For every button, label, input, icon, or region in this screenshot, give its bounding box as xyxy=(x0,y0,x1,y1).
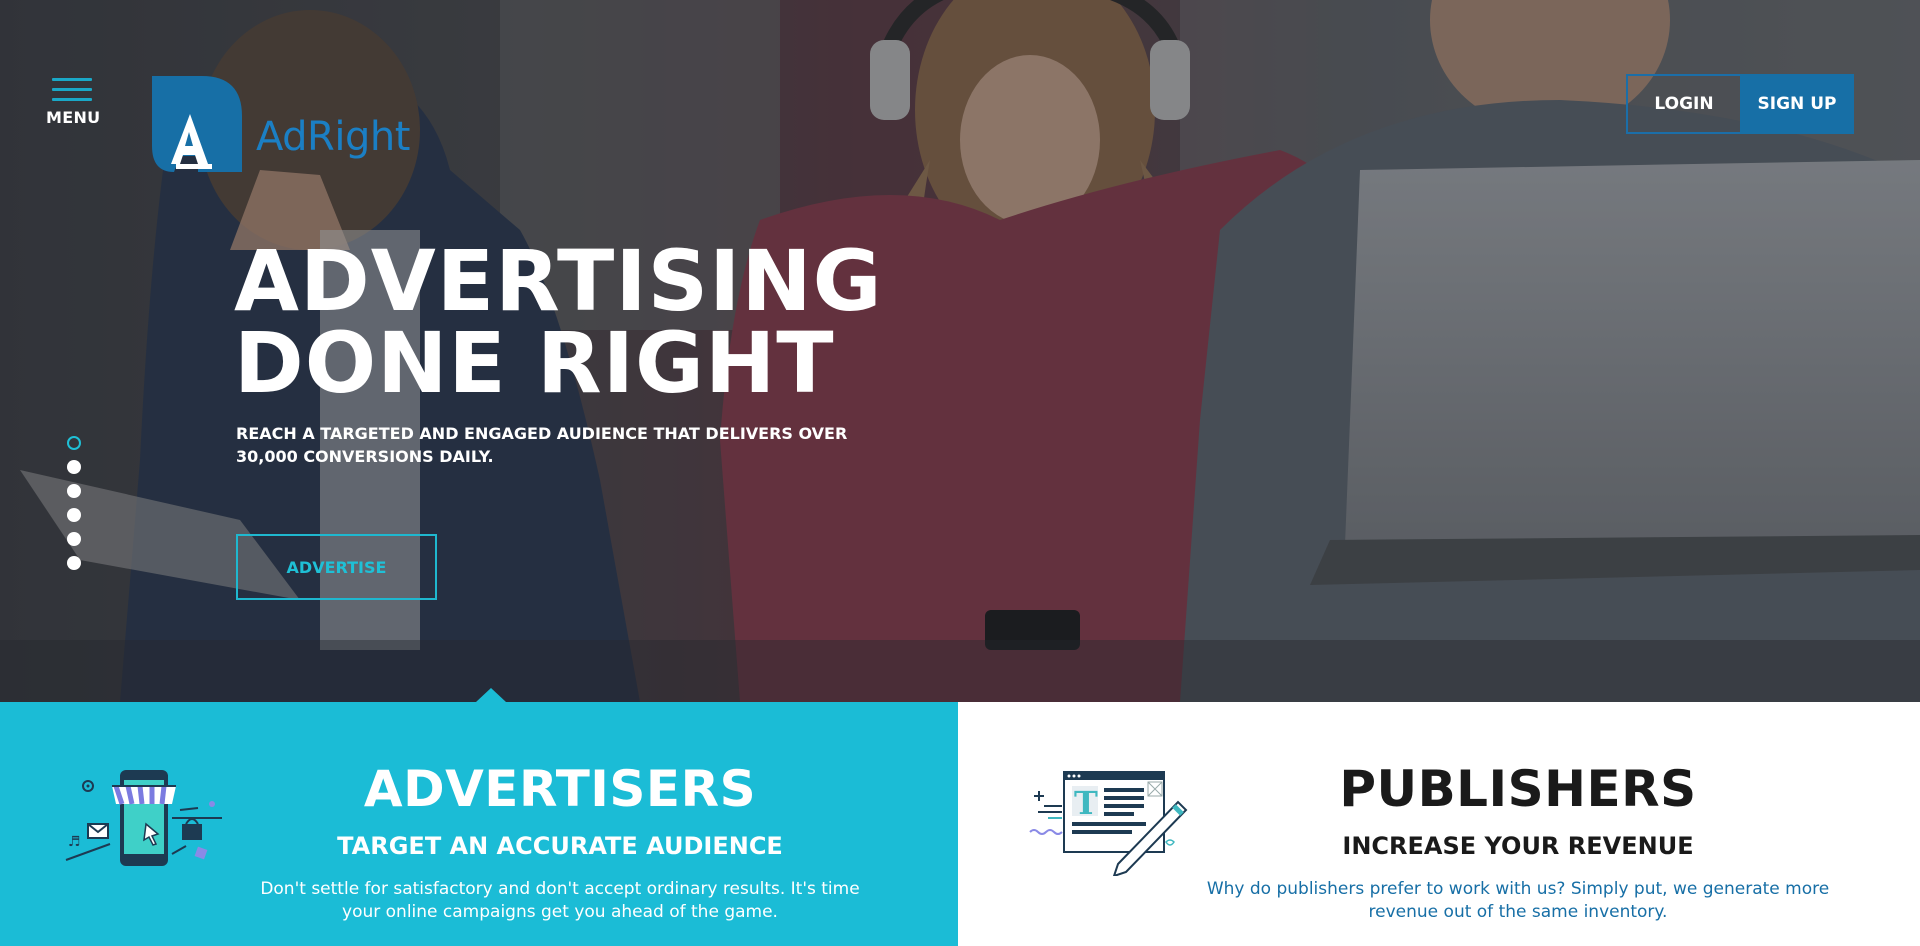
hero-headline: ADVERTISING DONE RIGHT xyxy=(234,232,883,412)
advertisers-panel[interactable]: ♬ ADVERTISERS TARGET AN ACCURATE AUDIENC… xyxy=(0,688,958,946)
sign-up-button[interactable]: SIGN UP xyxy=(1740,74,1854,134)
slide-dot-6[interactable] xyxy=(67,556,81,570)
mobile-storefront-illustration: ♬ xyxy=(65,770,222,866)
auth-buttons: LOGIN SIGN UP xyxy=(1626,74,1854,134)
advertise-button[interactable]: ADVERTISE xyxy=(236,534,437,600)
hero-banner: MENU AdRight LOGIN SIGN UP ADVERTISING D… xyxy=(0,0,1920,702)
advertisers-description: Don't settle for satisfactory and don't … xyxy=(260,879,860,922)
svg-text:T: T xyxy=(1074,784,1098,822)
advertisers-title: ADVERTISERS xyxy=(363,760,757,818)
hero-headline-line-2: DONE RIGHT xyxy=(234,314,835,412)
login-button[interactable]: LOGIN xyxy=(1626,74,1740,134)
publishers-title: PUBLISHERS xyxy=(1339,760,1697,818)
publishers-panel[interactable]: T PUBLISHERS INCREASE YOUR REVENUE Why d… xyxy=(958,702,1920,946)
advertisers-subtitle: TARGET AN ACCURATE AUDIENCE xyxy=(337,832,783,860)
slide-dot-5[interactable] xyxy=(67,532,81,546)
slide-dot-3[interactable] xyxy=(67,484,81,498)
slide-pagination xyxy=(67,436,81,580)
logo-wordmark: AdRight xyxy=(256,114,410,160)
panel-pointer-notch xyxy=(476,688,506,702)
publishers-description: Why do publishers prefer to work with us… xyxy=(1206,879,1830,922)
slide-dot-4[interactable] xyxy=(67,508,81,522)
hero-headline-line-1: ADVERTISING xyxy=(234,232,883,330)
hamburger-icon xyxy=(46,78,98,101)
menu-label: MENU xyxy=(46,108,101,127)
menu-button[interactable]: MENU xyxy=(46,78,101,127)
adright-logo-mark xyxy=(152,76,242,172)
adright-logo[interactable]: AdRight xyxy=(146,76,410,172)
slide-dot-1[interactable] xyxy=(67,436,81,450)
svg-text:♬: ♬ xyxy=(68,834,81,850)
slide-dot-2[interactable] xyxy=(67,460,81,474)
hero-subheadline: REACH A TARGETED AND ENGAGED AUDIENCE TH… xyxy=(236,424,848,466)
publishers-subtitle: INCREASE YOUR REVENUE xyxy=(1342,832,1694,860)
editor-pencil-illustration: T xyxy=(1029,771,1188,876)
